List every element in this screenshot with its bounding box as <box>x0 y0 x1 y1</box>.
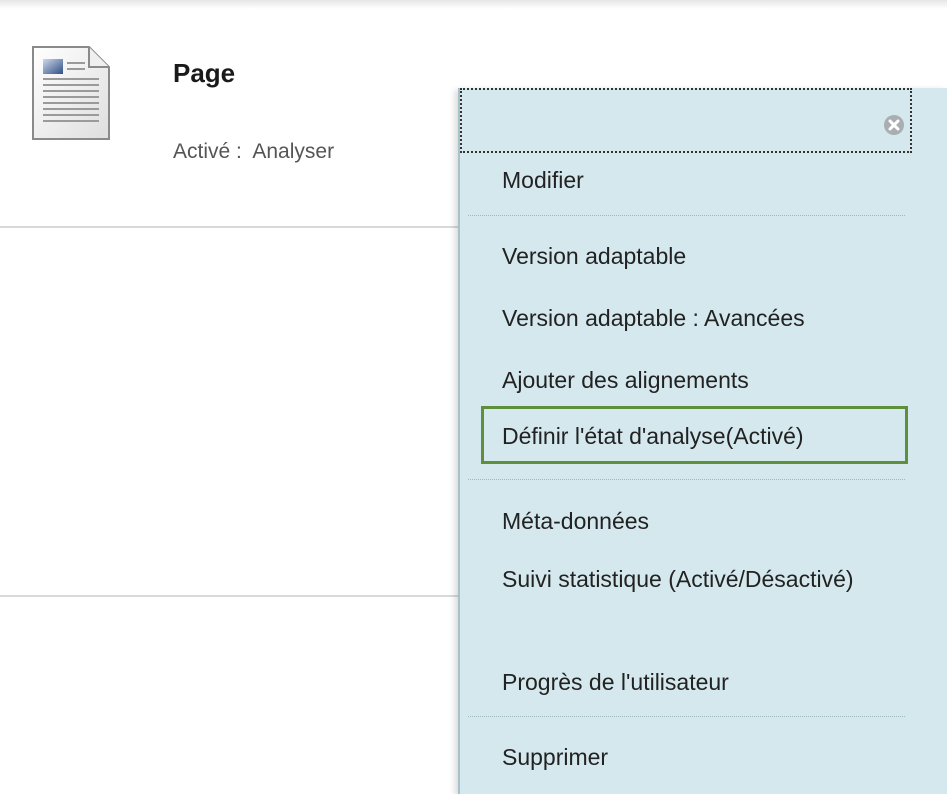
menu-item-meta-donnees[interactable]: Méta-données <box>502 506 649 537</box>
menu-separator <box>468 479 905 480</box>
row-divider <box>0 226 460 228</box>
menu-item-ajouter-alignements[interactable]: Ajouter des alignements <box>502 365 749 396</box>
menu-item-supprimer[interactable]: Supprimer <box>502 742 608 773</box>
item-status: Activé : Analyser <box>173 140 335 163</box>
menu-item-progres-utilisateur[interactable]: Progrès de l'utilisateur <box>502 667 729 698</box>
menu-item-version-adaptable[interactable]: Version adaptable <box>502 241 686 272</box>
menu-item-suivi-statistique[interactable]: Suivi statistique (Activé/Désactivé) <box>502 564 882 595</box>
menu-separator <box>468 215 905 216</box>
item-title[interactable]: Page <box>173 58 235 89</box>
menu-header <box>460 88 912 153</box>
menu-separator <box>468 716 905 717</box>
top-shadow <box>0 0 947 9</box>
menu-item-version-adaptable-avancees[interactable]: Version adaptable : Avancées <box>502 303 805 334</box>
menu-item-definir-etat-analyse[interactable]: Définir l'état d'analyse(Activé) <box>502 421 804 452</box>
row-divider <box>0 595 460 597</box>
document-icon <box>32 46 110 140</box>
close-icon[interactable] <box>883 114 905 136</box>
menu-item-modifier[interactable]: Modifier <box>502 165 584 196</box>
page: Page Activé : Analyser Modifier Version … <box>0 0 947 794</box>
context-menu: Modifier Version adaptable Version adapt… <box>458 88 947 794</box>
